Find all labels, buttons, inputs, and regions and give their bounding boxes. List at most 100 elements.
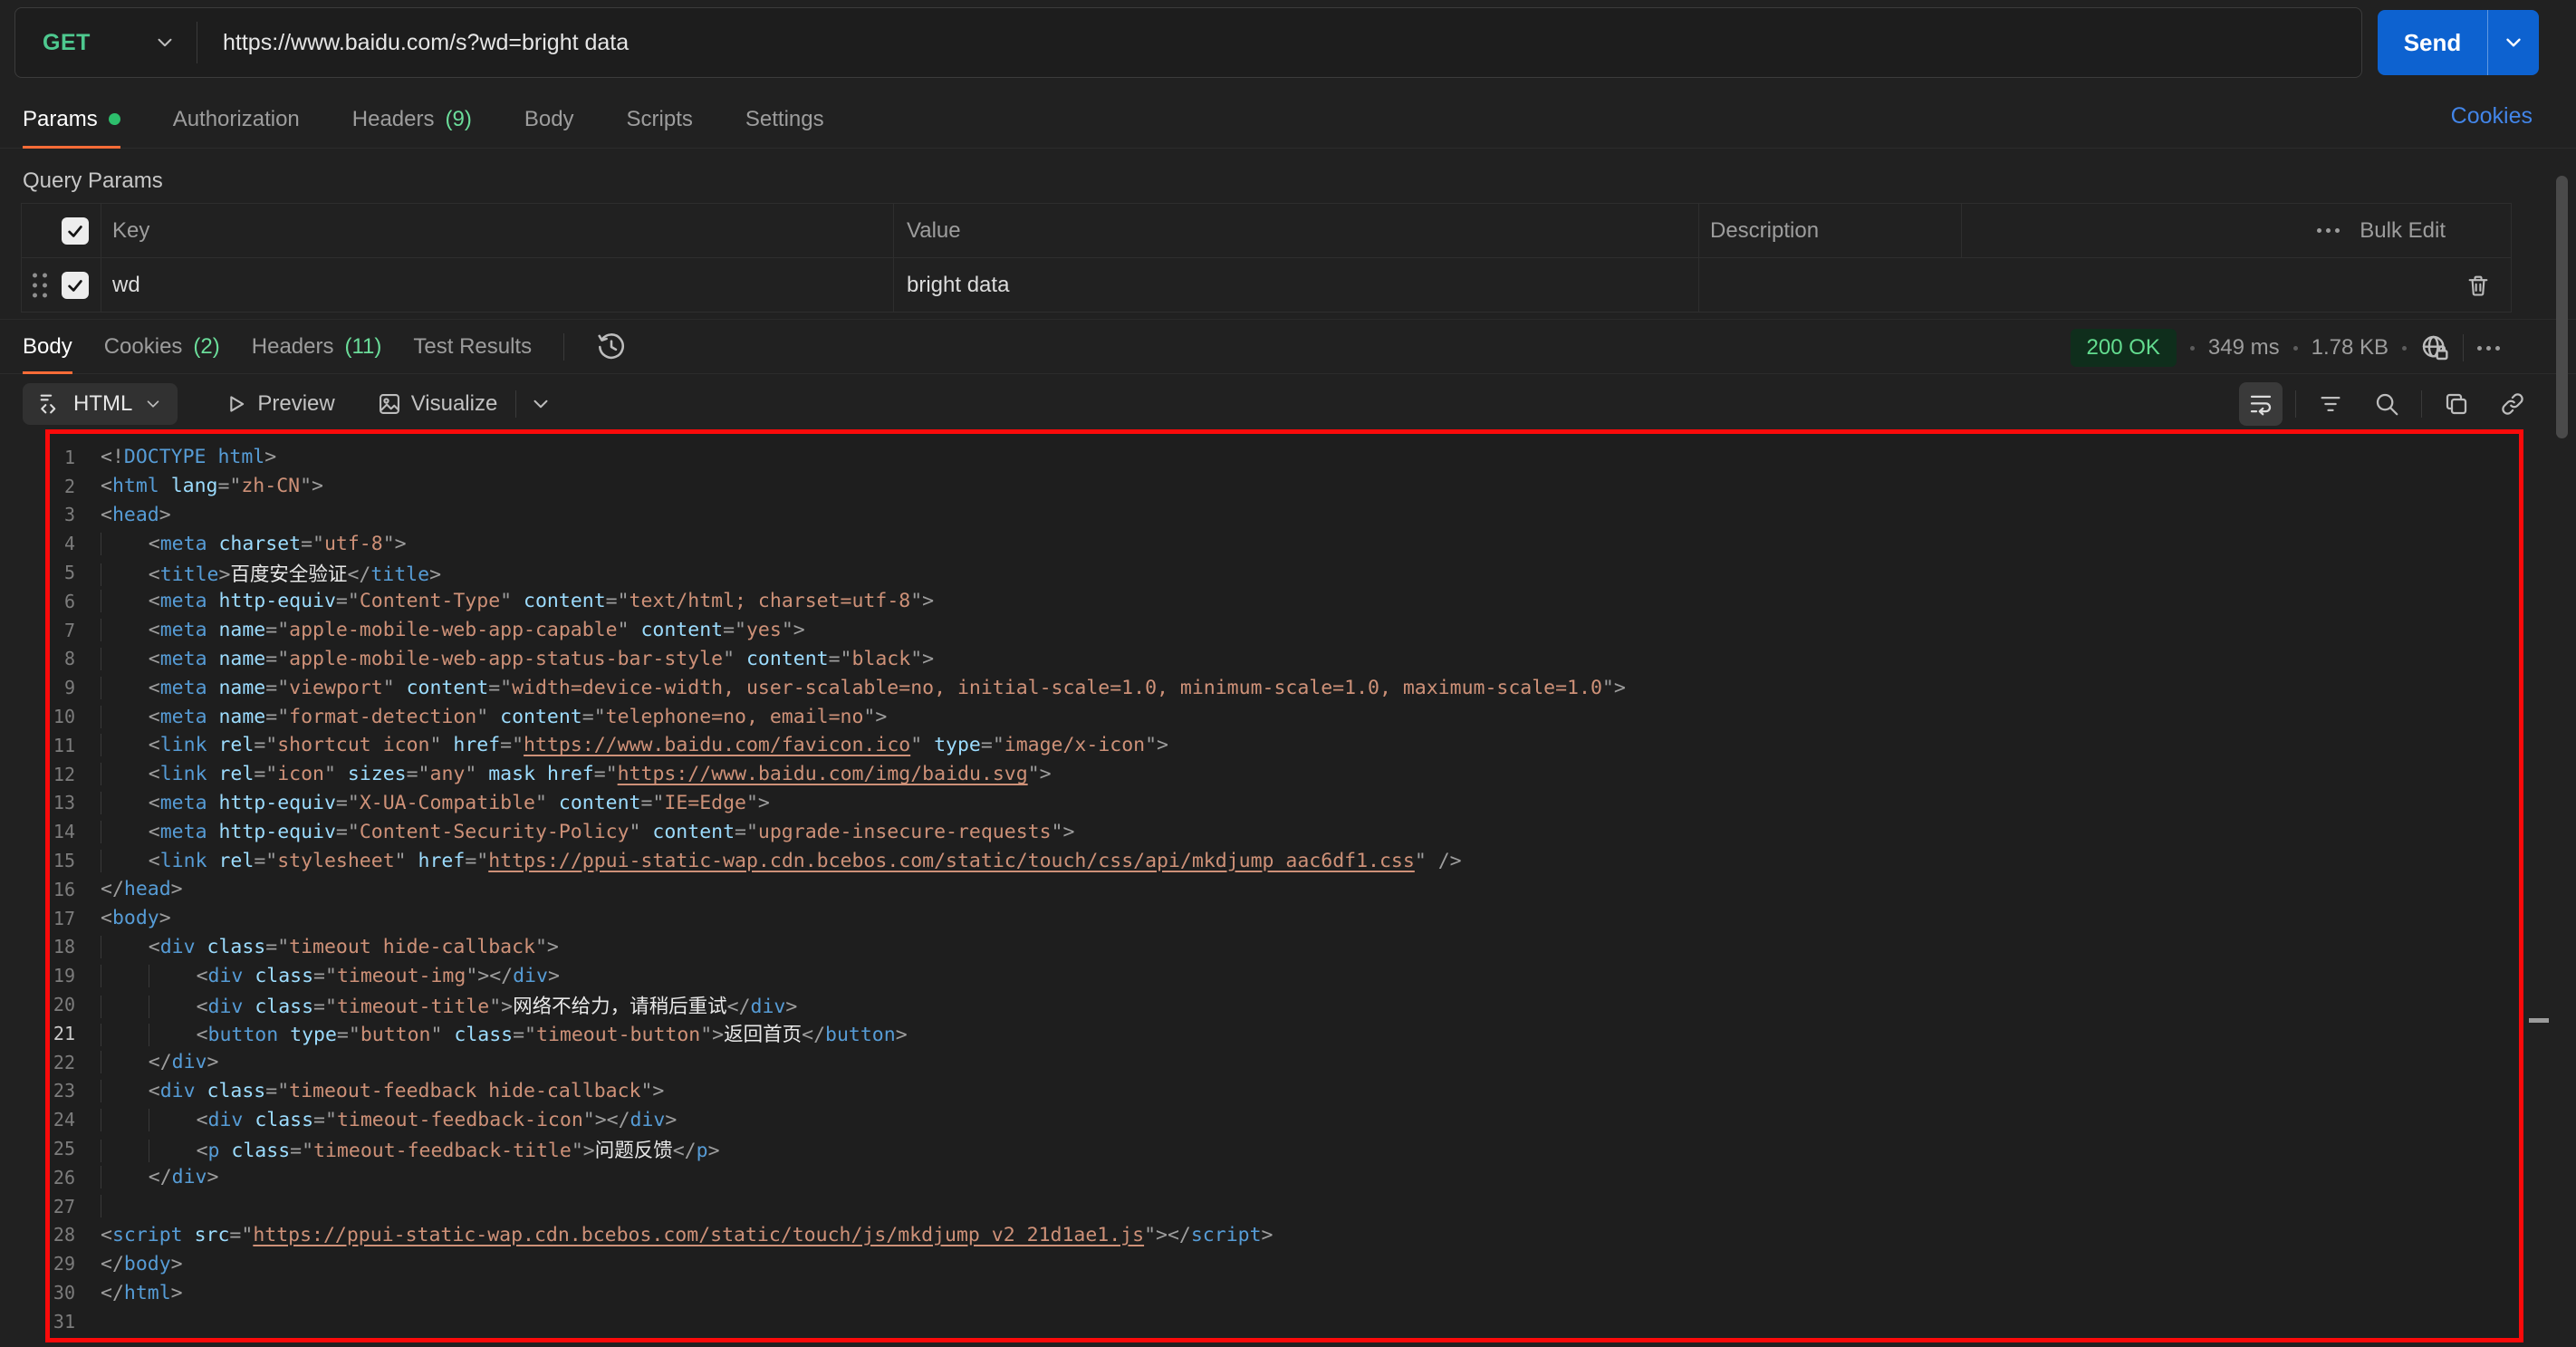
code-text: <meta name="viewport" content="width=dev… <box>101 677 1626 699</box>
code-line: 30</html> <box>50 1278 2519 1307</box>
tab-headers-count: (9) <box>446 107 472 132</box>
code-line: 20 <div class="timeout-title">网络不给力，请稍后重… <box>50 990 2519 1019</box>
filter-button[interactable] <box>2309 382 2352 426</box>
response-more-options[interactable] <box>2477 346 2500 351</box>
preview-button[interactable]: Preview <box>223 391 334 417</box>
tab-authorization[interactable]: Authorization <box>173 91 300 148</box>
url-input[interactable]: https://www.baidu.com/s?wd=bright data <box>223 30 629 56</box>
response-tab-body[interactable]: Body <box>23 320 72 373</box>
code-text: </div> <box>101 1051 218 1073</box>
response-time: 349 ms <box>2208 335 2280 361</box>
code-line: 28<script src="https://ppui-static-wap.c… <box>50 1221 2519 1250</box>
code-line: 1<!DOCTYPE html> <box>50 443 2519 472</box>
code-text: <meta charset="utf-8"> <box>101 533 407 555</box>
status-badge[interactable]: 200 OK <box>2071 329 2177 367</box>
filter-icon <box>2317 390 2344 418</box>
more-options-icon <box>2317 228 2340 233</box>
line-number: 18 <box>50 936 75 957</box>
line-number: 6 <box>50 591 75 612</box>
play-icon <box>223 391 248 417</box>
line-number: 2 <box>50 476 75 497</box>
select-all-checkbox[interactable] <box>62 217 89 245</box>
line-number: 19 <box>50 965 75 986</box>
drag-handle-icon[interactable] <box>33 273 47 297</box>
code-lines: 1<!DOCTYPE html>2<html lang="zh-CN">3<he… <box>50 434 2519 1336</box>
code-text: <link rel="shortcut icon" href="https://… <box>101 734 1168 756</box>
line-number: 25 <box>50 1138 75 1159</box>
line-number: 15 <box>50 850 75 871</box>
param-key-field[interactable]: wd <box>101 258 893 312</box>
code-line: 3<head> <box>50 501 2519 530</box>
line-number: 20 <box>50 994 75 1015</box>
divider <box>515 390 516 418</box>
code-line: 29</body> <box>50 1249 2519 1278</box>
tab-params[interactable]: Params <box>23 91 120 148</box>
wrap-text-button[interactable] <box>2239 382 2283 426</box>
response-tab-test-results[interactable]: Test Results <box>413 320 532 373</box>
line-number: 8 <box>50 648 75 669</box>
dot-separator <box>2402 346 2407 351</box>
copy-icon <box>2443 390 2470 418</box>
link-icon <box>2499 390 2526 418</box>
code-line: 24 <div class="timeout-feedback-icon"></… <box>50 1105 2519 1134</box>
code-line: 18 <div class="timeout hide-callback"> <box>50 933 2519 962</box>
code-text: <script src="https://ppui-static-wap.cdn… <box>101 1224 1273 1246</box>
response-body-editor[interactable]: 1<!DOCTYPE html>2<html lang="zh-CN">3<he… <box>45 429 2523 1342</box>
response-tab-cookies-count: (2) <box>193 334 219 360</box>
tab-headers[interactable]: Headers (9) <box>352 91 472 148</box>
copy-button[interactable] <box>2435 382 2478 426</box>
tab-body[interactable]: Body <box>524 91 574 148</box>
search-button[interactable] <box>2365 382 2408 426</box>
code-line: 2<html lang="zh-CN"> <box>50 472 2519 501</box>
send-button-label[interactable]: Send <box>2378 10 2487 75</box>
send-button[interactable]: Send <box>2378 10 2539 75</box>
code-text: <meta name="apple-mobile-web-app-capable… <box>101 619 805 641</box>
response-tab-headers-label: Headers <box>252 334 334 360</box>
code-line: 11 <link rel="shortcut icon" href="https… <box>50 731 2519 760</box>
line-number: 29 <box>50 1253 75 1275</box>
bulk-edit-button[interactable]: Bulk Edit <box>1961 204 2511 257</box>
divider <box>563 333 564 361</box>
request-tabs: Params Authorization Headers (9) Body Sc… <box>0 91 2576 149</box>
column-header-value: Value <box>893 204 1698 257</box>
tab-settings[interactable]: Settings <box>745 91 824 148</box>
line-number: 23 <box>50 1080 75 1102</box>
param-value-field[interactable]: bright data <box>893 258 1698 312</box>
delete-row-icon[interactable] <box>2465 273 2491 298</box>
line-number: 22 <box>50 1052 75 1073</box>
param-description-field[interactable] <box>1698 258 2511 312</box>
code-line: 10 <meta name="format-detection" content… <box>50 702 2519 731</box>
share-link-button[interactable] <box>2491 382 2534 426</box>
tab-body-label: Body <box>524 107 574 132</box>
params-modified-dot <box>109 113 120 125</box>
code-text: <meta http-equiv="Content-Security-Polic… <box>101 821 1074 843</box>
send-options-chevron[interactable] <box>2488 10 2539 75</box>
response-status-cluster: 200 OK 349 ms 1.78 KB <box>2071 328 2501 368</box>
search-icon <box>2373 390 2400 418</box>
scrollbar-thumb[interactable] <box>2556 176 2568 438</box>
code-line: 22 </div> <box>50 1048 2519 1077</box>
cookies-link[interactable]: Cookies <box>2451 103 2533 130</box>
code-line: 26 </div> <box>50 1163 2519 1192</box>
code-text: <div class="timeout-feedback hide-callba… <box>101 1080 664 1102</box>
code-line: 12 <link rel="icon" sizes="any" mask hre… <box>50 760 2519 789</box>
response-tab-cookies-label: Cookies <box>104 334 183 360</box>
tab-scripts[interactable]: Scripts <box>627 91 693 148</box>
row-checkbox[interactable] <box>62 272 89 299</box>
code-line: 25 <p class="timeout-feedback-title">问题反… <box>50 1134 2519 1163</box>
line-number: 9 <box>50 677 75 698</box>
divider <box>2421 390 2422 418</box>
code-line: 31 <box>50 1307 2519 1336</box>
table-row: wd bright data <box>22 257 2511 312</box>
code-text: <body> <box>101 907 171 929</box>
visualize-options-chevron[interactable] <box>529 392 553 416</box>
line-number: 26 <box>50 1167 75 1188</box>
format-selector[interactable]: HTML <box>23 383 178 425</box>
tab-settings-label: Settings <box>745 107 824 132</box>
response-tab-cookies[interactable]: Cookies (2) <box>104 320 220 373</box>
response-tab-headers[interactable]: Headers (11) <box>252 320 382 373</box>
method-selector[interactable]: GET <box>15 8 197 77</box>
visualize-button[interactable]: Visualize <box>377 391 498 417</box>
response-history-icon[interactable] <box>596 332 627 362</box>
network-security-icon[interactable] <box>2420 333 2449 362</box>
